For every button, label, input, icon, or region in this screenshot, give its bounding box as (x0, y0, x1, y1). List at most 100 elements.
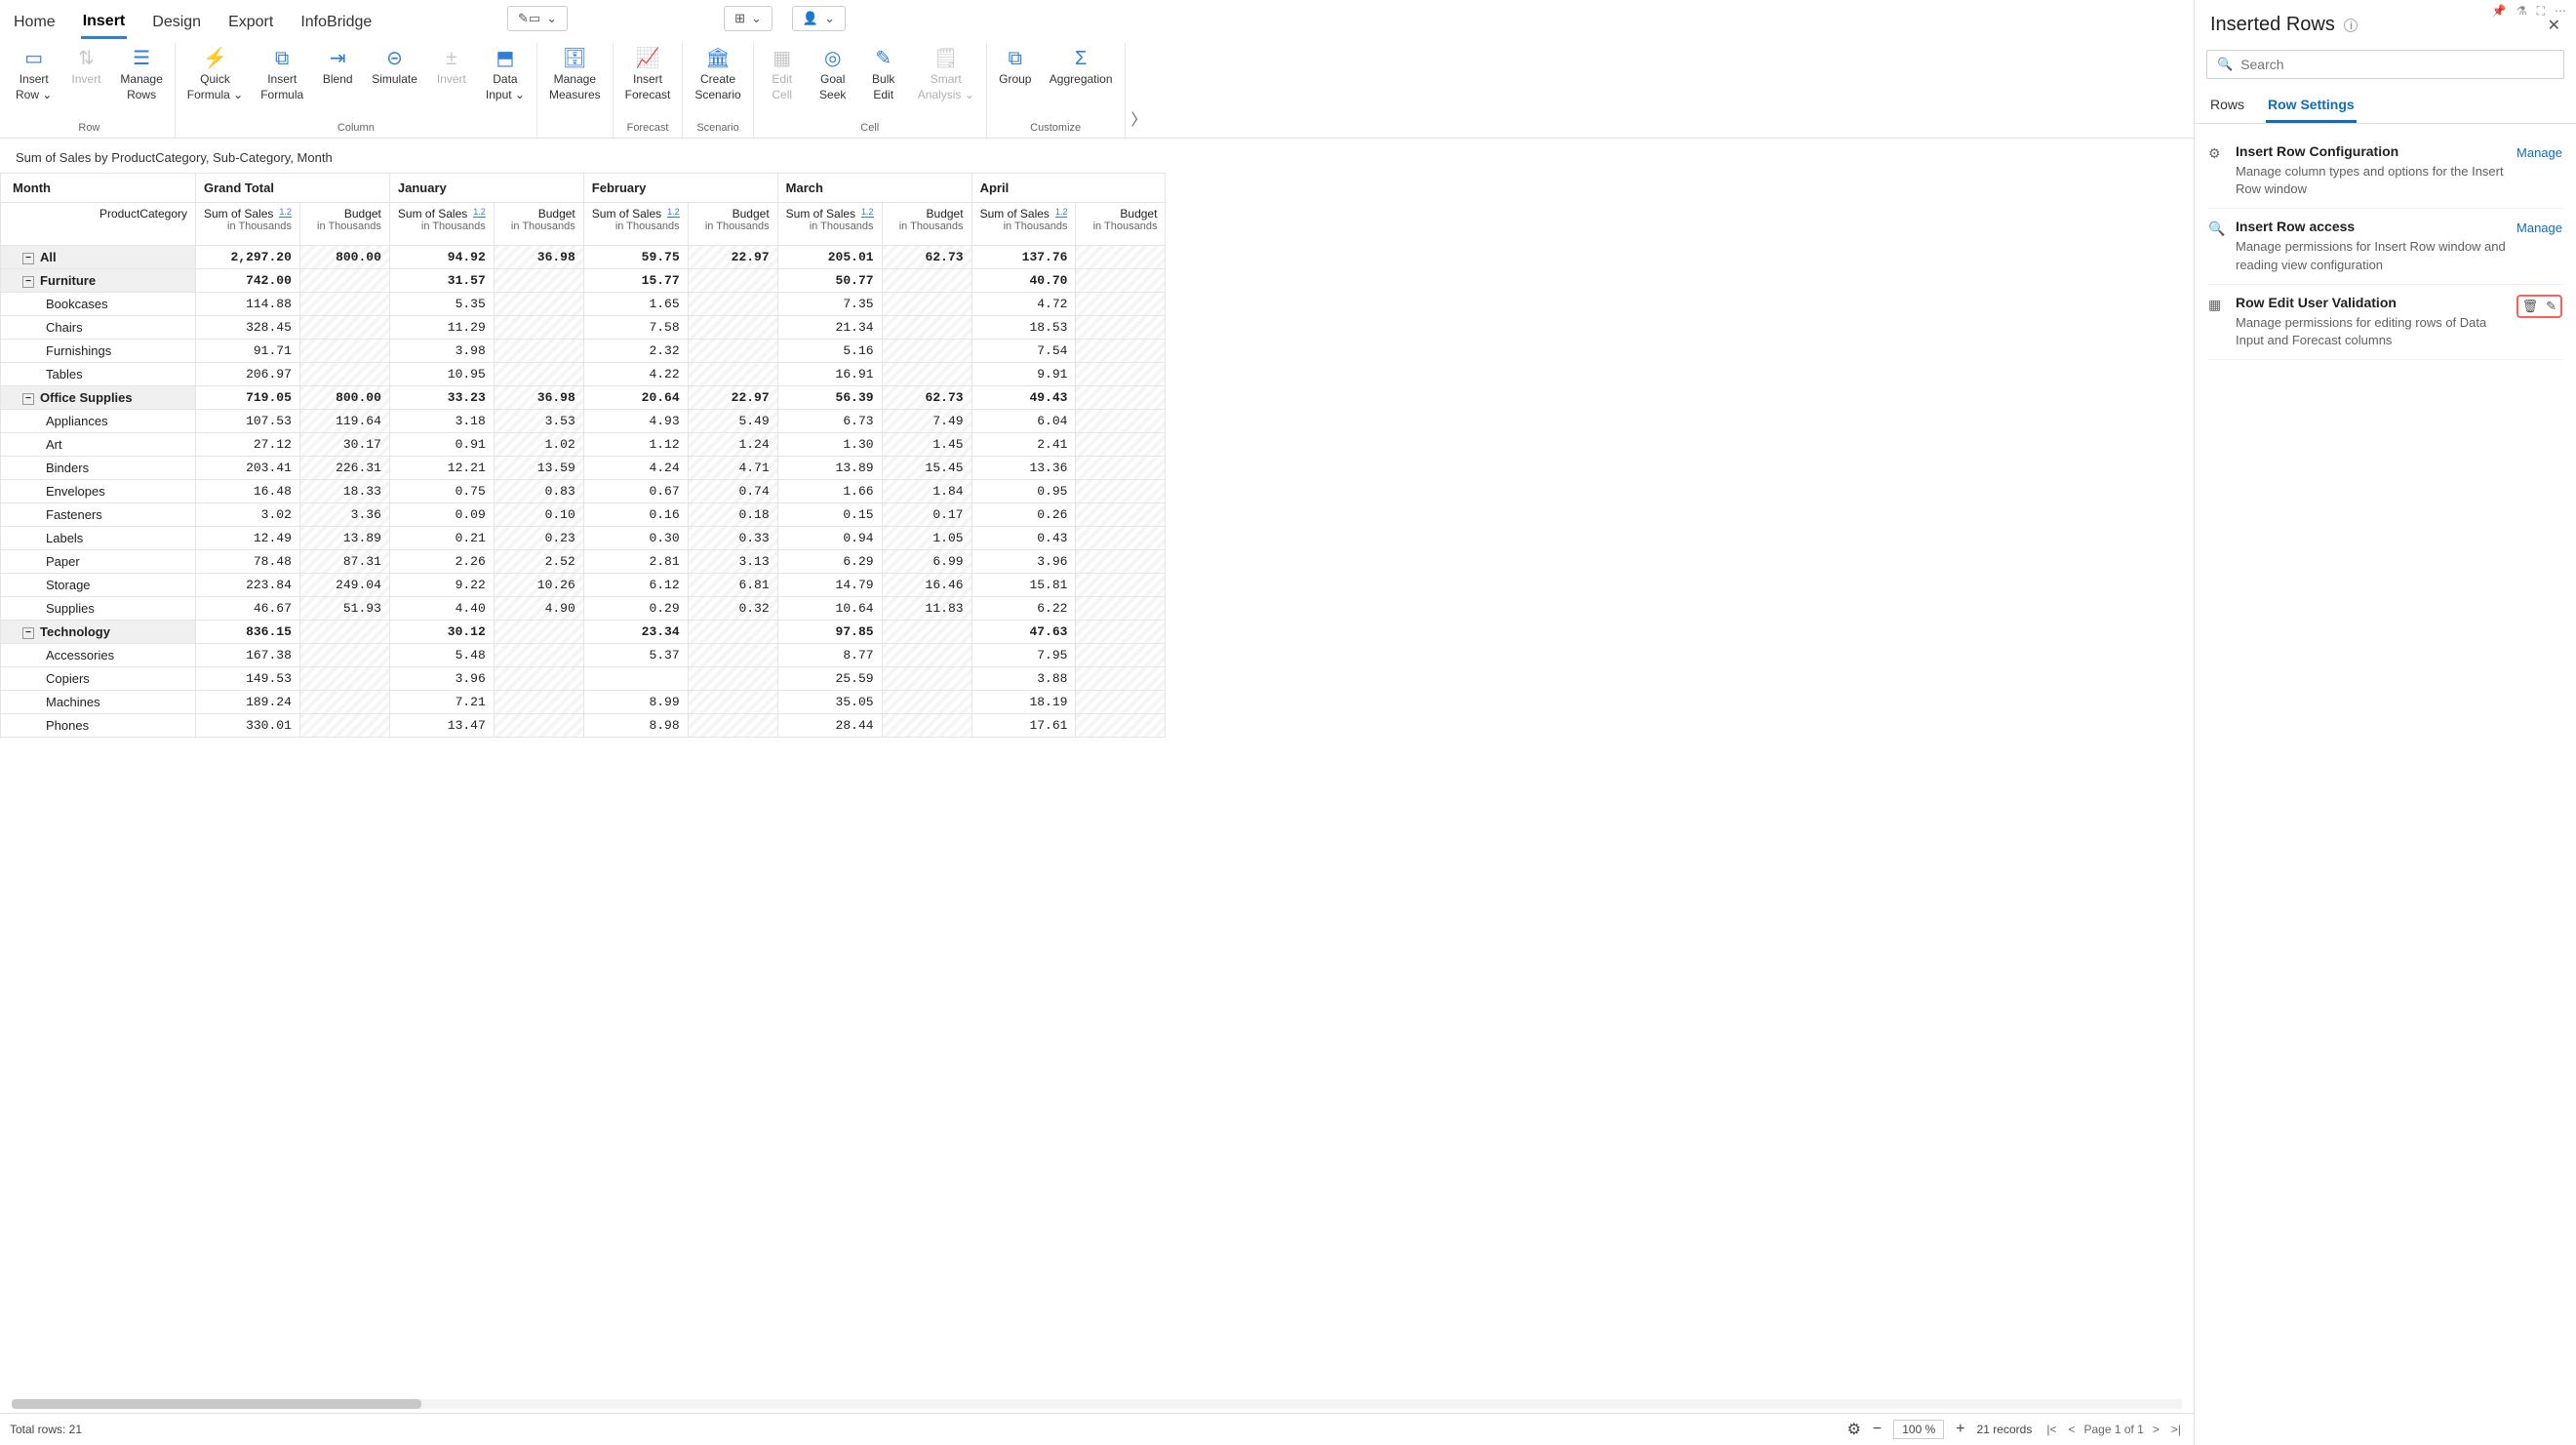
cell[interactable]: 11.83 (882, 597, 971, 621)
cell[interactable] (1076, 480, 1166, 503)
cell[interactable]: 4.72 (971, 293, 1076, 316)
ribbon-insert[interactable]: ⧉InsertFormula (253, 43, 311, 106)
cell[interactable]: 16.91 (777, 363, 882, 386)
format-indicator[interactable]: 1.2 (473, 207, 486, 218)
cell[interactable] (494, 363, 583, 386)
cell[interactable]: 800.00 (299, 246, 389, 269)
ribbon-insert[interactable]: 📈InsertForecast (617, 43, 679, 106)
ribbon-data[interactable]: ⬒DataInput ⌄ (478, 43, 533, 106)
expand-icon[interactable]: ⛶ (2537, 4, 2545, 19)
cell[interactable]: 4.90 (494, 597, 583, 621)
cell[interactable]: 0.43 (971, 527, 1076, 550)
ribbon-bulk[interactable]: ✎BulkEdit (859, 43, 908, 106)
subheader-sum-of-sales[interactable]: Sum of Sales1.2in Thousands (777, 203, 882, 246)
cell[interactable]: 3.96 (389, 667, 494, 691)
cell[interactable]: 27.12 (196, 433, 300, 457)
ribbon-quick[interactable]: ⚡QuickFormula ⌄ (179, 43, 251, 106)
subheader-sum-of-sales[interactable]: Sum of Sales1.2in Thousands (196, 203, 300, 246)
annotate-dropdown[interactable]: ✎▭⌄ (507, 6, 568, 31)
month-header[interactable]: March (777, 174, 971, 203)
search-input[interactable] (2240, 57, 2554, 72)
last-page-button[interactable]: >| (2168, 1423, 2184, 1436)
cell[interactable]: 8.99 (583, 691, 688, 714)
cell[interactable]: 3.88 (971, 667, 1076, 691)
cell[interactable] (882, 340, 971, 363)
cell[interactable]: 9.22 (389, 574, 494, 597)
cell[interactable]: 33.23 (389, 386, 494, 410)
zoom-out-button[interactable]: − (1873, 1421, 1882, 1438)
cell[interactable]: 18.19 (971, 691, 1076, 714)
cell[interactable] (1076, 597, 1166, 621)
user-dropdown[interactable]: 👤⌄ (792, 6, 846, 31)
subheader-sum-of-sales[interactable]: Sum of Sales1.2in Thousands (389, 203, 494, 246)
cell[interactable]: 49.43 (971, 386, 1076, 410)
table-row[interactable]: Bookcases114.885.351.657.354.72 (1, 293, 1166, 316)
ribbon-simulate[interactable]: ⊝Simulate (364, 43, 425, 92)
cell[interactable] (1076, 457, 1166, 480)
table-row[interactable]: Art27.1230.170.911.021.121.241.301.452.4… (1, 433, 1166, 457)
cell[interactable]: 0.83 (494, 480, 583, 503)
cell[interactable]: 114.88 (196, 293, 300, 316)
table-row[interactable]: Paper78.4887.312.262.522.813.136.296.993… (1, 550, 1166, 574)
cell[interactable] (1076, 433, 1166, 457)
cell[interactable]: 6.99 (882, 550, 971, 574)
cell[interactable]: 6.29 (777, 550, 882, 574)
table-row[interactable]: Appliances107.53119.643.183.534.935.496.… (1, 410, 1166, 433)
cell[interactable]: 21.34 (777, 316, 882, 340)
panel-tab-rows[interactable]: Rows (2208, 89, 2246, 123)
cell[interactable]: 51.93 (299, 597, 389, 621)
cell[interactable] (494, 316, 583, 340)
settings-gear-icon[interactable]: ⚙ (1847, 1420, 1861, 1439)
cell[interactable]: 0.67 (583, 480, 688, 503)
cell[interactable] (299, 316, 389, 340)
format-indicator[interactable]: 1.2 (279, 207, 292, 218)
ribbon-group[interactable]: ⧉Group (991, 43, 1040, 92)
zoom-level[interactable]: 100 % (1893, 1420, 1944, 1439)
cell[interactable]: 9.91 (971, 363, 1076, 386)
cell[interactable] (688, 644, 777, 667)
cell[interactable] (494, 667, 583, 691)
ribbon-goal[interactable]: ◎GoalSeek (809, 43, 857, 106)
cell[interactable]: 15.77 (583, 269, 688, 293)
zoom-in-button[interactable]: + (1956, 1421, 1964, 1438)
cell[interactable]: 0.17 (882, 503, 971, 527)
cell[interactable]: 205.01 (777, 246, 882, 269)
subheader-sum-of-sales[interactable]: Sum of Sales1.2in Thousands (971, 203, 1076, 246)
cell[interactable]: 6.73 (777, 410, 882, 433)
cell[interactable]: 40.70 (971, 269, 1076, 293)
cell[interactable] (299, 363, 389, 386)
cell[interactable]: 4.22 (583, 363, 688, 386)
cell[interactable]: 1.66 (777, 480, 882, 503)
cell[interactable] (1076, 386, 1166, 410)
tab-insert[interactable]: Insert (81, 7, 128, 39)
cell[interactable]: 4.40 (389, 597, 494, 621)
subheader-budget[interactable]: Budgetin Thousands (299, 203, 389, 246)
cell[interactable] (882, 667, 971, 691)
cell[interactable]: 1.84 (882, 480, 971, 503)
cell[interactable]: 0.10 (494, 503, 583, 527)
cell[interactable]: 30.17 (299, 433, 389, 457)
collapse-toggle[interactable]: − (22, 393, 34, 405)
cell[interactable]: 742.00 (196, 269, 300, 293)
cell[interactable]: 59.75 (583, 246, 688, 269)
edit-icon[interactable]: ✎ (2546, 299, 2556, 314)
ribbon-blend[interactable]: ⇥Blend (313, 43, 362, 92)
cell[interactable]: 2.52 (494, 550, 583, 574)
cell[interactable] (1076, 246, 1166, 269)
table-row[interactable]: Fasteners3.023.360.090.100.160.180.150.1… (1, 503, 1166, 527)
format-indicator[interactable]: 1.2 (861, 207, 874, 218)
month-header[interactable]: February (583, 174, 777, 203)
cell[interactable]: 8.98 (583, 714, 688, 738)
cell[interactable]: 137.76 (971, 246, 1076, 269)
cell[interactable]: 8.77 (777, 644, 882, 667)
cell[interactable]: 3.98 (389, 340, 494, 363)
horizontal-scrollbar[interactable] (12, 1399, 2182, 1409)
cell[interactable] (688, 340, 777, 363)
cell[interactable]: 16.48 (196, 480, 300, 503)
cell[interactable] (882, 691, 971, 714)
month-header[interactable]: Grand Total (196, 174, 390, 203)
cell[interactable]: 119.64 (299, 410, 389, 433)
cell[interactable]: 1.05 (882, 527, 971, 550)
tab-design[interactable]: Design (150, 8, 203, 37)
cell[interactable]: 6.12 (583, 574, 688, 597)
